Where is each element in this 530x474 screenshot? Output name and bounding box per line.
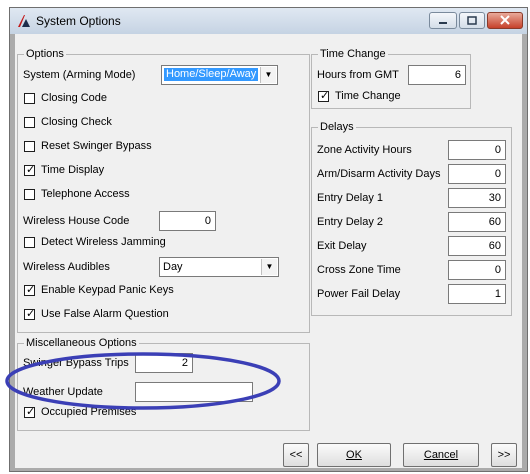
- annotation-ellipse: [5, 352, 281, 410]
- annotation-layer: [5, 352, 281, 410]
